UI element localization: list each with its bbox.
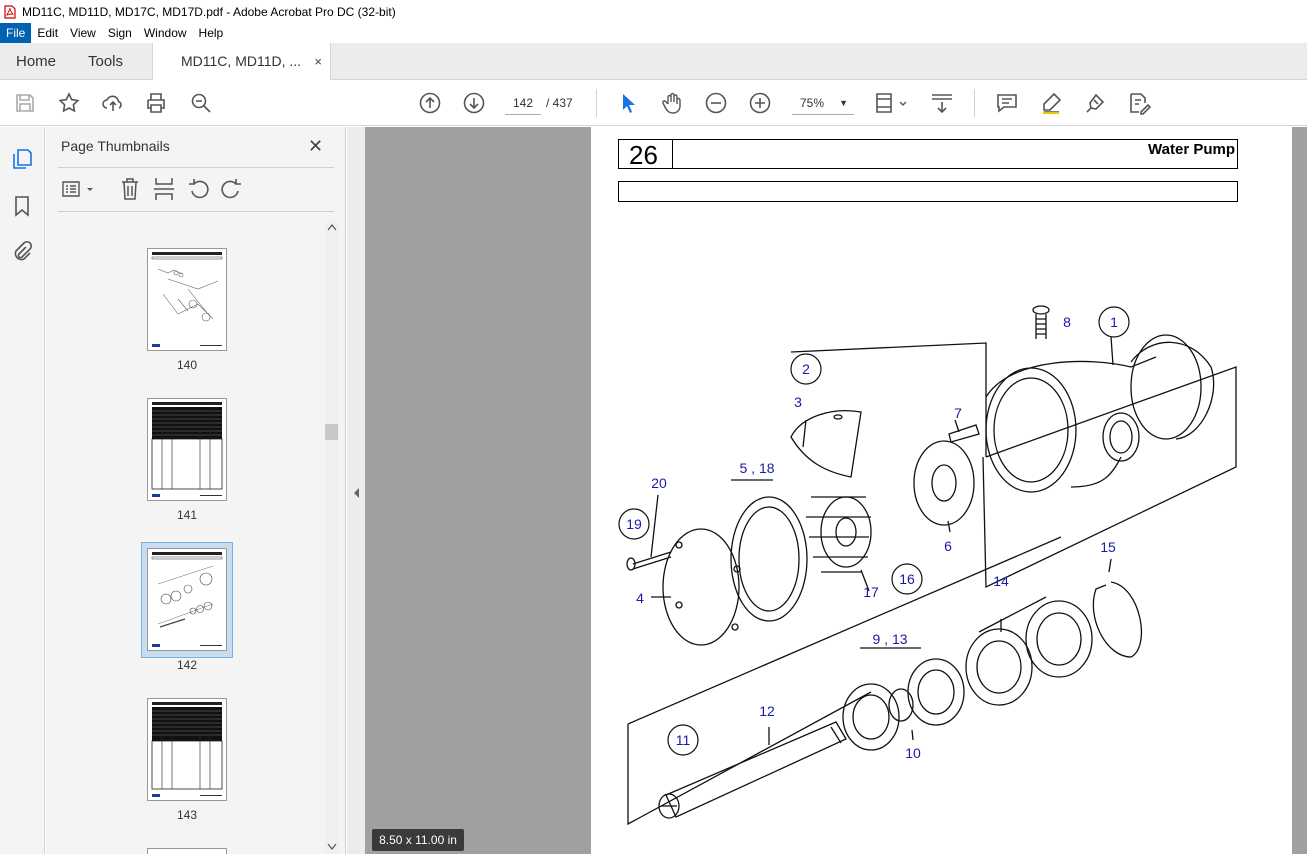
collapse-arrow-icon[interactable]	[352, 487, 360, 499]
window-title: MD11C, MD11D, MD17C, MD17D.pdf - Adobe A…	[22, 4, 396, 19]
callout-17: 17	[863, 584, 879, 600]
menu-window[interactable]: Window	[138, 23, 193, 43]
page-size-indicator: 8.50 x 11.00 in	[372, 829, 464, 851]
options-menu-icon[interactable]	[60, 175, 96, 203]
upload-icon[interactable]	[101, 91, 125, 115]
panel-divider	[58, 211, 334, 212]
scroll-mode-icon[interactable]	[930, 91, 954, 115]
panel-title: Page Thumbnails	[61, 138, 170, 154]
scroll-up-icon[interactable]	[327, 223, 337, 231]
scroll-down-icon[interactable]	[327, 843, 337, 851]
callout-14: 14	[993, 573, 1009, 589]
thumbnail-page[interactable]	[147, 248, 227, 351]
hand-icon[interactable]	[660, 91, 684, 115]
tab-home[interactable]: Home	[16, 43, 56, 80]
thumbnail-page[interactable]	[147, 848, 227, 854]
callout-2: 2	[802, 361, 810, 377]
panel-divider	[58, 167, 334, 168]
thumbnail-scroll-thumb[interactable]	[325, 424, 338, 440]
panel-close-icon[interactable]: ✕	[308, 136, 323, 157]
callout-12: 12	[759, 703, 775, 719]
save-icon[interactable]	[13, 91, 37, 115]
thumbnail-page[interactable]	[147, 398, 227, 501]
title-bar: MD11C, MD11D, MD17C, MD17D.pdf - Adobe A…	[0, 0, 1307, 23]
callout-7: 7	[954, 405, 962, 421]
thumbnail-preview	[151, 552, 223, 647]
menu-bar: File Edit View Sign Window Help	[0, 23, 1307, 43]
rotate-left-icon[interactable]	[186, 175, 210, 203]
tab-tools[interactable]: Tools	[88, 43, 123, 80]
callout-1: 1	[1110, 314, 1118, 330]
next-page-icon[interactable]	[462, 91, 486, 115]
callout-11: 11	[676, 732, 691, 748]
thumbnails-panel: Page Thumbnails ✕ 140 141 142 143	[46, 127, 346, 854]
thumbnail-label: 143	[176, 808, 198, 822]
star-icon[interactable]	[57, 91, 81, 115]
bookmark-icon[interactable]	[10, 194, 34, 218]
menu-view[interactable]: View	[64, 23, 102, 43]
toolbar-separator	[974, 89, 975, 117]
callout-4: 4	[636, 590, 644, 606]
tab-document[interactable]: MD11C, MD11D, ... ×	[152, 43, 331, 81]
menu-help[interactable]: Help	[193, 23, 230, 43]
draw-sign-icon[interactable]	[1083, 91, 1107, 115]
delete-page-icon[interactable]	[118, 175, 142, 203]
panel-toolbar	[58, 175, 334, 205]
page-number-input[interactable]: 142	[505, 91, 541, 115]
callout-9-13: 9 , 13	[872, 631, 907, 647]
select-cursor-icon[interactable]	[617, 91, 641, 115]
zoom-in-icon[interactable]	[748, 91, 772, 115]
thumbnail-label: 140	[176, 358, 198, 372]
thumbnail-preview	[151, 402, 223, 497]
previous-page-icon[interactable]	[418, 91, 442, 115]
print-icon[interactable]	[144, 91, 168, 115]
callout-10: 10	[905, 745, 921, 761]
toolbar-separator	[596, 89, 597, 117]
toolbar	[0, 80, 1307, 126]
page-thumbnails-icon[interactable]	[10, 147, 34, 171]
callout-20: 20	[651, 475, 667, 491]
thumbnail-page[interactable]	[147, 698, 227, 801]
zoom-value: 75%	[800, 96, 825, 110]
extract-pages-icon[interactable]	[152, 175, 176, 203]
zoom-search-icon[interactable]	[189, 91, 213, 115]
tab-document-label: MD11C, MD11D, ...	[181, 53, 302, 69]
callout-19: 19	[626, 516, 642, 532]
water-pump-exploded-diagram: 1 2 3 4 5 , 18 6 7 8 9 , 13 10 11 12 14 …	[618, 305, 1237, 826]
callout-6: 6	[944, 538, 952, 554]
thumbnail-preview	[151, 252, 223, 347]
menu-file[interactable]: File	[0, 23, 32, 43]
edit-pdf-icon[interactable]	[1127, 91, 1151, 115]
callout-8: 8	[1063, 314, 1071, 330]
attachment-icon[interactable]	[10, 240, 34, 264]
page-fit-icon[interactable]	[874, 91, 910, 115]
menu-sign[interactable]: Sign	[102, 23, 138, 43]
chevron-down-icon: ▼	[839, 98, 848, 108]
callout-15: 15	[1100, 539, 1116, 555]
thumbnail-list: 140 141 142 143	[58, 213, 324, 854]
comment-icon[interactable]	[995, 91, 1019, 115]
acrobat-icon	[4, 4, 16, 19]
menu-edit[interactable]: Edit	[31, 23, 64, 43]
thumbnail-page-selected[interactable]	[147, 548, 227, 651]
pdf-page[interactable]: 26 Water Pump 1 2 3 4 5 , 18 6 7 8 9 , 1…	[591, 127, 1292, 854]
callout-5-18: 5 , 18	[739, 460, 774, 476]
panel-collapse-strip[interactable]	[347, 127, 365, 854]
tab-bar: Home Tools MD11C, MD11D, ... ×	[0, 43, 1307, 81]
callout-3: 3	[794, 394, 802, 410]
zoom-select[interactable]: 75% ▼	[792, 91, 854, 115]
navigation-rail	[0, 127, 45, 854]
highlight-icon[interactable]	[1039, 91, 1063, 115]
zoom-out-icon[interactable]	[704, 91, 728, 115]
thumbnail-scrollbar[interactable]	[325, 221, 339, 854]
thumbnail-label: 141	[176, 508, 198, 522]
thumbnail-label: 142	[176, 658, 198, 672]
callout-16: 16	[899, 571, 915, 587]
rotate-right-icon[interactable]	[220, 175, 244, 203]
page-total: / 437	[546, 96, 573, 110]
tab-close-icon[interactable]: ×	[314, 43, 322, 80]
thumbnail-preview	[151, 702, 223, 797]
